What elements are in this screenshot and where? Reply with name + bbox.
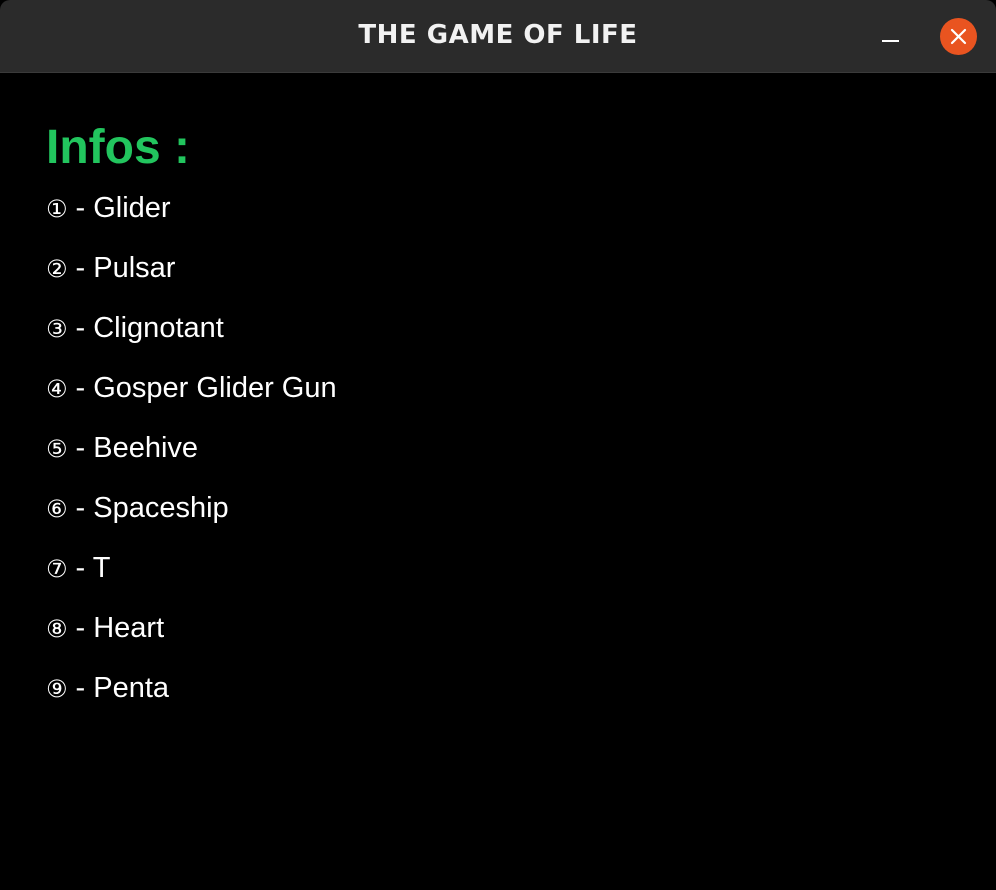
item-label: - Clignotant: [75, 312, 224, 344]
minimize-button[interactable]: [872, 24, 908, 54]
item-label: - Pulsar: [75, 252, 176, 284]
item-number: ⑨: [46, 675, 68, 703]
list-item: ⑦- T: [46, 548, 337, 608]
app-window: THE GAME OF LIFE Infos : ①- Glider ②- Pu…: [0, 0, 996, 890]
list-item: ④- Gosper Glider Gun: [46, 368, 337, 428]
list-item: ③- Clignotant: [46, 308, 337, 368]
item-number: ⑧: [46, 615, 68, 643]
pattern-list: ①- Glider ②- Pulsar ③- Clignotant ④- Gos…: [46, 188, 337, 728]
info-panel: Infos : ①- Glider ②- Pulsar ③- Clignotan…: [46, 120, 337, 704]
item-label: - T: [75, 552, 111, 584]
minimize-icon: [882, 40, 899, 42]
item-number: ③: [46, 315, 68, 343]
item-label: - Spaceship: [75, 492, 229, 524]
list-item: ⑨- Penta: [46, 668, 337, 728]
item-number: ⑦: [46, 555, 68, 583]
item-number: ④: [46, 375, 68, 403]
close-icon: [950, 28, 967, 45]
list-item: ①- Glider: [46, 188, 337, 248]
list-item: ⑥- Spaceship: [46, 488, 337, 548]
item-number: ②: [46, 255, 68, 283]
close-button[interactable]: [940, 18, 977, 55]
item-label: - Penta: [75, 672, 170, 704]
list-item: ⑧- Heart: [46, 608, 337, 668]
item-label: - Heart: [75, 612, 165, 644]
list-item: ②- Pulsar: [46, 248, 337, 308]
infos-heading: Infos :: [46, 121, 190, 174]
item-number: ⑤: [46, 435, 68, 463]
title-bar[interactable]: THE GAME OF LIFE: [0, 0, 996, 73]
item-number: ⑥: [46, 495, 68, 523]
item-label: - Glider: [75, 192, 171, 224]
item-label: - Gosper Glider Gun: [75, 372, 337, 404]
item-label: - Beehive: [75, 432, 199, 464]
list-item: ⑤- Beehive: [46, 428, 337, 488]
item-number: ①: [46, 195, 68, 223]
window-title: THE GAME OF LIFE: [358, 20, 638, 50]
